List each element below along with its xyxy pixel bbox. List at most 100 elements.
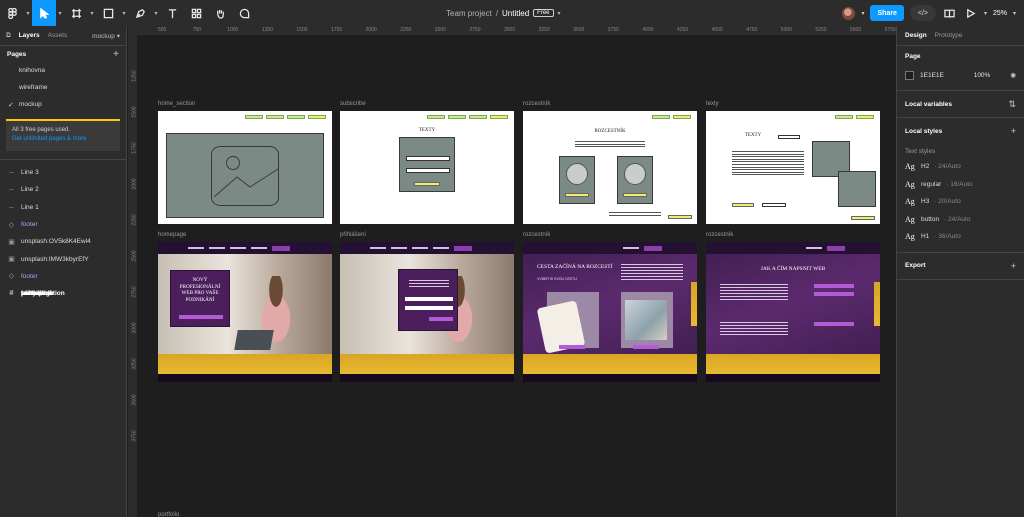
frame-tool-chevron-icon[interactable]: ▾	[88, 0, 96, 26]
frame-label-prihlaseni[interactable]: přihlášení	[340, 232, 366, 238]
tab-layers[interactable]: Layers	[19, 32, 40, 39]
present-chevron-icon[interactable]: ▾	[984, 10, 987, 17]
frame-homepage[interactable]: NOVÝ PROFESIONÁLNÍ WEB PRO VAŠE PODNIKÁN…	[158, 242, 332, 382]
frame-home-section[interactable]	[158, 111, 332, 224]
text-style-item[interactable]: Ag regular · 16/Auto	[905, 176, 1016, 194]
text-style-item[interactable]: Ag H2 · 24/Auto	[905, 158, 1016, 176]
layer-item[interactable]: – Line 2	[0, 181, 126, 198]
frame-rozcestnik-wireframe[interactable]: ROZCESTNÍK	[523, 111, 697, 224]
pen-tool-chevron-icon[interactable]: ▾	[152, 0, 160, 26]
layer-label: Line 3	[21, 169, 39, 177]
shape-tool-chevron-icon[interactable]: ▾	[120, 0, 128, 26]
frame-label-homepage[interactable]: homepage	[158, 232, 186, 238]
text-style-meta: · 36/Auto	[934, 233, 961, 241]
wf-button	[623, 193, 647, 197]
frame-label-portfolio[interactable]: portfolio	[158, 512, 179, 517]
pen-tool-button[interactable]	[128, 0, 152, 26]
page-item-mockup[interactable]: ✓ mockup	[0, 96, 126, 113]
add-page-icon[interactable]: +	[113, 49, 119, 60]
book-icon	[944, 9, 956, 18]
project-name[interactable]: Team project	[446, 9, 492, 18]
frame-label-rozcestnik-2[interactable]: rozcestník	[706, 232, 733, 238]
frame-rozcestnik-mockup-2[interactable]: JAK A ČÍM NAPSNIT WEB	[706, 242, 880, 382]
hand-tool-button[interactable]	[208, 0, 232, 26]
page-item-wireframe[interactable]: wireframe	[0, 79, 126, 96]
site-nav	[340, 242, 514, 254]
frame-label-home-section[interactable]: home_section	[158, 101, 195, 107]
text-styles-list: Ag H2 · 24/Auto Ag regular · 16/Auto Ag H3 · 20/…	[905, 158, 1016, 246]
hero-button	[179, 315, 223, 319]
layer-item[interactable]: – Line 1	[0, 199, 126, 216]
figma-logo-icon[interactable]	[0, 0, 24, 26]
layer-item[interactable]: ◇ footer	[0, 268, 126, 285]
layer-item[interactable]: ▣ unsplash:OV5k8K4Ewl4	[0, 233, 126, 250]
text-style-item[interactable]: Ag H3 · 20/Auto	[905, 193, 1016, 211]
frame-label-texty[interactable]: texty	[706, 101, 719, 107]
text-style-name: H1	[921, 233, 930, 241]
text-style-item[interactable]: Ag H1 · 36/Auto	[905, 228, 1016, 246]
page-fill-hex[interactable]: 1E1E1E	[920, 72, 944, 79]
file-menu-chevron-icon[interactable]: ▾	[558, 10, 561, 17]
login-input	[405, 297, 453, 301]
frame-subscribe[interactable]: TEXTY	[340, 111, 514, 224]
dev-mode-toggle-icon[interactable]: </>	[909, 5, 936, 21]
wf-heading: TEXTY	[744, 133, 762, 138]
visibility-eye-icon[interactable]: ◉	[1010, 71, 1016, 79]
move-tool-button[interactable]	[32, 0, 56, 26]
upsell-link[interactable]: Get unlimited pages & more	[12, 136, 114, 142]
move-tool-chevron-icon[interactable]: ▾	[56, 0, 64, 26]
ruler-tick-label: 3500	[573, 27, 585, 33]
canvas[interactable]: home_section subscribe rozcestník texty …	[137, 35, 896, 517]
line-layer-icon: –	[9, 186, 14, 194]
tab-assets[interactable]: Assets	[48, 32, 68, 39]
layer-item[interactable]: ▣ unsplash:IMW3kbyrEfY	[0, 250, 126, 267]
add-style-icon[interactable]: +	[1011, 126, 1016, 136]
layer-item[interactable]: ◇ footer	[0, 216, 126, 233]
zoom-chevron-icon[interactable]: ▾	[1013, 10, 1016, 17]
tab-prototype[interactable]: Prototype	[935, 32, 963, 39]
library-icon[interactable]	[942, 0, 958, 26]
comment-tool-button[interactable]	[232, 0, 256, 26]
ruler-tick-label: 4500	[711, 27, 723, 33]
page-fill-row[interactable]: 1E1E1E 100% ◉	[905, 66, 1016, 84]
variables-sliders-icon[interactable]: ⇅	[1008, 99, 1016, 110]
frame-texty[interactable]: TEXTY	[706, 111, 880, 224]
file-name[interactable]: Untitled	[502, 9, 529, 18]
frame-label-subscribe[interactable]: subscribe	[340, 101, 366, 107]
upsell-text: All 3 free pages used.	[12, 127, 71, 133]
local-styles-header: Local styles +	[905, 118, 1016, 144]
frame-prihlaseni[interactable]	[340, 242, 514, 382]
page-fill-swatch[interactable]	[905, 70, 914, 80]
page-fill-opacity[interactable]: 100%	[974, 72, 991, 79]
tab-design[interactable]: Design	[905, 32, 927, 39]
present-play-icon[interactable]	[964, 0, 978, 26]
file-breadcrumb: Team project / Untitled Free ▾	[446, 0, 561, 26]
wf-input	[406, 168, 450, 173]
frame-label-rozcestnik-1[interactable]: rozcestník	[523, 232, 550, 238]
resources-tool-button[interactable]	[184, 0, 208, 26]
hero-box: NOVÝ PROFESIONÁLNÍ WEB PRO VAŠE PODNIKÁN…	[170, 270, 230, 327]
shape-tool-button[interactable]	[96, 0, 120, 26]
share-button[interactable]: Share	[870, 5, 904, 21]
page-item-knihovna[interactable]: knihovna	[0, 62, 126, 79]
frame-label-rozcestnik[interactable]: rozcestník	[523, 101, 550, 107]
zoom-level[interactable]: 25%	[993, 10, 1007, 17]
text-style-name: H2	[921, 163, 930, 171]
avatar[interactable]	[842, 6, 856, 20]
frame-rozcestnik-mockup-1[interactable]: CESTA ZAČÍNÁ NA ROZCESTÍ VYBER SI SVOU C…	[523, 242, 697, 382]
layer-item[interactable]: # subscribe	[0, 285, 52, 302]
text-style-meta: · 16/Auto	[946, 180, 973, 188]
local-variables-section: Local variables ⇅	[897, 91, 1024, 118]
layer-item[interactable]: – Line 3	[0, 164, 126, 181]
layer-label: Line 1	[21, 203, 39, 211]
add-export-icon[interactable]: +	[1011, 261, 1016, 271]
text-style-item[interactable]: Ag button · 24/Auto	[905, 211, 1016, 229]
page-selector[interactable]: mockup ▾	[92, 32, 120, 40]
frame-icon	[71, 8, 81, 18]
main-menu-chevron-icon[interactable]: ▾	[24, 0, 32, 26]
wf-button	[565, 193, 589, 197]
text-tool-button[interactable]	[160, 0, 184, 26]
avatar-chevron-icon[interactable]: ▾	[861, 10, 864, 17]
frame-tool-button[interactable]	[64, 0, 88, 26]
local-variables-row[interactable]: Local variables ⇅	[905, 91, 1016, 117]
